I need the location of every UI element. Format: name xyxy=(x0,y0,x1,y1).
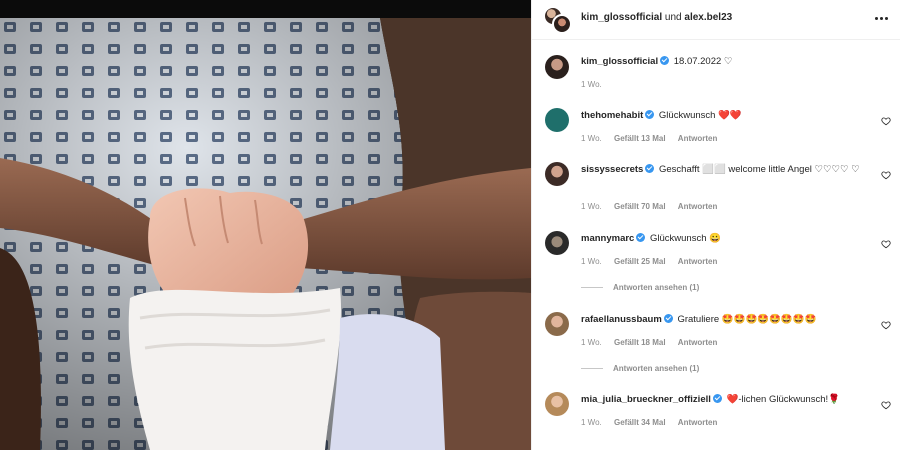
timestamp[interactable]: 1 Wo. xyxy=(581,257,602,266)
verified-badge-icon xyxy=(645,164,655,173)
timestamp[interactable]: 1 Wo. xyxy=(581,80,602,89)
post-header: kim_glossofficial und alex.bel23 xyxy=(532,0,900,40)
comment-meta: 1 Wo. Gefällt 70 Mal Antworten xyxy=(581,202,727,211)
comment-body: Geschafft ⬜⬜ welcome little Angel ♡♡♡♡ ♡ xyxy=(658,164,860,175)
username-link[interactable]: sissyssecrets xyxy=(581,164,643,175)
more-options-icon[interactable] xyxy=(873,10,889,26)
author-link[interactable]: kim_glossofficial xyxy=(581,12,662,23)
comment-meta: 1 Wo. Gefällt 18 Mal Antworten xyxy=(581,338,727,347)
username-link[interactable]: rafaellanussbaum xyxy=(581,314,662,325)
authors-connector: und xyxy=(664,12,682,23)
verified-badge-icon xyxy=(663,314,673,323)
likes-count[interactable]: Gefällt 13 Mal xyxy=(614,134,666,143)
collab-avatars[interactable] xyxy=(543,6,573,34)
avatar[interactable] xyxy=(545,162,569,186)
comment-body: Glückwunsch 😀 xyxy=(649,233,721,244)
post-authors: kim_glossofficial und alex.bel23 xyxy=(581,12,732,23)
avatar xyxy=(552,14,572,34)
likes-count[interactable]: Gefällt 18 Mal xyxy=(614,338,666,347)
likes-count[interactable]: Gefällt 34 Mal xyxy=(614,418,666,427)
comment-body: Gratuliere 🤩🤩🤩🤩🤩🤩🤩🤩 xyxy=(677,314,817,325)
timestamp[interactable]: 1 Wo. xyxy=(581,418,602,427)
username-link[interactable]: thehomehabit xyxy=(581,110,643,121)
post-photo[interactable] xyxy=(0,18,531,450)
likes-count[interactable]: Gefällt 70 Mal xyxy=(614,202,666,211)
baby-hand-photo xyxy=(0,18,531,450)
timestamp[interactable]: 1 Wo. xyxy=(581,202,602,211)
reply-button[interactable]: Antworten xyxy=(678,257,718,266)
timestamp[interactable]: 1 Wo. xyxy=(581,338,602,347)
comment-text: mannymarc Glückwunsch 😀 xyxy=(581,232,871,245)
post-sidebar: kim_glossofficial und alex.bel23 kim_glo… xyxy=(531,0,900,450)
verified-badge-icon xyxy=(712,394,722,403)
comment-meta: 1 Wo. Gefällt 25 Mal Antworten xyxy=(581,257,727,266)
verified-badge-icon xyxy=(645,110,655,119)
comment-meta: 1 Wo. Gefällt 13 Mal Antworten xyxy=(581,134,727,143)
heart-outline-icon[interactable] xyxy=(881,239,891,249)
reply-button[interactable]: Antworten xyxy=(678,338,718,347)
view-replies-button[interactable]: Antworten ansehen (1) xyxy=(581,364,699,373)
username-link[interactable]: mannymarc xyxy=(581,233,634,244)
comment-body: ❤️-lichen Glückwunsch!🌹 xyxy=(726,394,840,405)
username-link[interactable]: mia_julia_brueckner_offiziell xyxy=(581,394,711,405)
comment-text: thehomehabit Glückwunsch ❤️❤️ xyxy=(581,109,871,122)
comments-list[interactable]: kim_glossofficial 18.07.2022 ♡ 1 Wo. the… xyxy=(532,40,900,450)
caption-text: kim_glossofficial 18.07.2022 ♡ xyxy=(581,55,871,68)
view-replies-button[interactable]: Antworten ansehen (1) xyxy=(581,283,699,292)
avatar[interactable] xyxy=(545,108,569,132)
reply-button[interactable]: Antworten xyxy=(678,202,718,211)
photo-top-bar xyxy=(0,0,531,18)
avatar[interactable] xyxy=(545,312,569,336)
avatar[interactable] xyxy=(545,55,569,79)
verified-badge-icon xyxy=(636,233,646,242)
caption-meta: 1 Wo. xyxy=(581,80,612,89)
username-link[interactable]: kim_glossofficial xyxy=(581,56,658,67)
reply-button[interactable]: Antworten xyxy=(678,418,718,427)
heart-outline-icon[interactable] xyxy=(881,116,891,126)
heart-outline-icon[interactable] xyxy=(881,320,891,330)
reply-button[interactable]: Antworten xyxy=(678,134,718,143)
verified-badge-icon xyxy=(660,56,670,65)
heart-outline-icon[interactable] xyxy=(881,400,891,410)
coauthor-link[interactable]: alex.bel23 xyxy=(684,12,732,23)
comment-text: sissyssecrets Geschafft ⬜⬜ welcome littl… xyxy=(581,163,871,176)
caption-body: 18.07.2022 ♡ xyxy=(673,56,733,67)
comment-text: mia_julia_brueckner_offiziell ❤️-lichen … xyxy=(581,393,871,406)
avatar[interactable] xyxy=(545,392,569,416)
comment-body: Glückwunsch ❤️❤️ xyxy=(658,110,742,121)
comment-meta: 1 Wo. Gefällt 34 Mal Antworten xyxy=(581,418,727,427)
heart-outline-icon[interactable] xyxy=(881,170,891,180)
comment-text: rafaellanussbaum Gratuliere 🤩🤩🤩🤩🤩🤩🤩🤩 xyxy=(581,313,871,326)
likes-count[interactable]: Gefällt 25 Mal xyxy=(614,257,666,266)
timestamp[interactable]: 1 Wo. xyxy=(581,134,602,143)
avatar[interactable] xyxy=(545,231,569,255)
